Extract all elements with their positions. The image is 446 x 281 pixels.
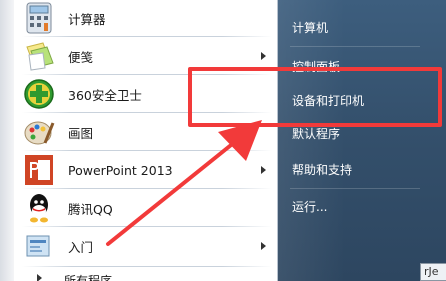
start-menu-screenshot: 计算器 便笺 360安全卫士 画图 PowerPoint 2013 腾讯QQ 入… — [0, 0, 446, 281]
arrowhead-icon — [218, 120, 262, 161]
annotation-arrow — [106, 120, 262, 246]
